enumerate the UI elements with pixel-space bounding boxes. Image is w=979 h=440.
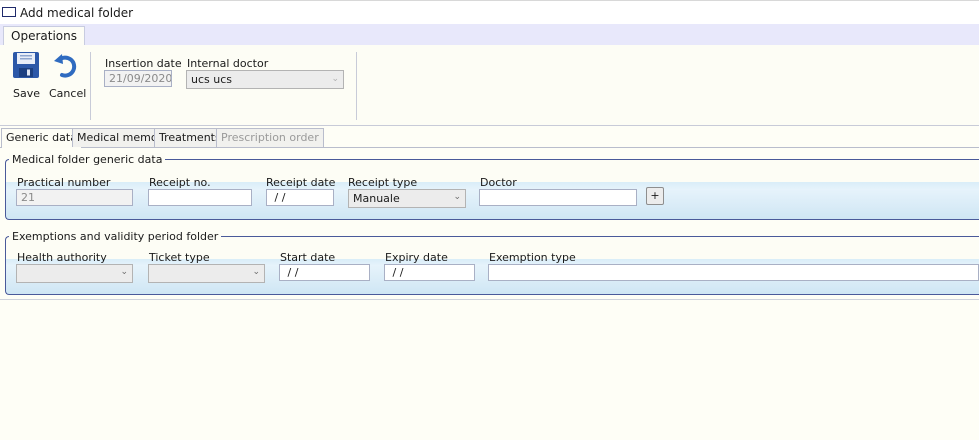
undo-arrow-icon	[54, 54, 77, 78]
doctor-label: Doctor	[480, 176, 517, 189]
internal-doctor-select[interactable]: ucs ucs ⌄	[186, 70, 344, 89]
title-bar: Add medical folder	[0, 0, 979, 25]
health-authority-label: Health authority	[17, 251, 107, 264]
generic-data-group-title: Medical folder generic data	[9, 153, 166, 166]
receipt-type-value: Manuale	[353, 192, 400, 205]
exemptions-group-title: Exemptions and validity period folder	[9, 230, 222, 243]
insertion-date-field: 21/09/2020	[104, 70, 172, 87]
save-label: Save	[13, 87, 41, 100]
exemption-type-input[interactable]	[488, 264, 979, 281]
content-divider	[0, 299, 979, 300]
doctor-input[interactable]	[479, 189, 637, 206]
tab-treatments[interactable]: Treatments	[154, 128, 226, 147]
ribbon-tabstrip: Operations	[0, 24, 979, 46]
cancel-button[interactable]: Cancel	[48, 51, 87, 101]
window-icon	[2, 7, 16, 17]
tab-medical-memo[interactable]: Medical memo	[72, 128, 163, 147]
insertion-date-label: Insertion date	[105, 57, 182, 70]
add-doctor-button[interactable]: +	[646, 187, 664, 205]
receipt-type-label: Receipt type	[348, 176, 418, 189]
receipt-type-select[interactable]: Manuale ⌄	[348, 189, 466, 208]
chevron-down-icon: ⌄	[331, 74, 339, 84]
expiry-date-label: Expiry date	[385, 251, 448, 264]
receipt-date-label: Receipt date	[266, 176, 336, 189]
start-date-label: Start date	[280, 251, 336, 264]
tab-operations[interactable]: Operations	[3, 26, 85, 45]
chevron-down-icon: ⌄	[252, 267, 260, 277]
health-authority-select[interactable]: ⌄	[16, 264, 133, 283]
exemption-type-label: Exemption type	[489, 251, 576, 264]
practical-number-field: 21	[16, 189, 133, 206]
expiry-date-input[interactable]: / /	[384, 264, 475, 281]
receipt-no-input[interactable]	[148, 189, 252, 206]
ribbon-body: Save Cancel Insertion date 21/09/2020 In…	[0, 45, 979, 126]
form-tabstrip: Generic data Medical memo Treatments Pre…	[0, 128, 979, 148]
floppy-disk-icon	[13, 52, 39, 78]
internal-doctor-label: Internal doctor	[187, 57, 269, 70]
tab-generic-data[interactable]: Generic data	[1, 128, 82, 148]
window-title: Add medical folder	[20, 6, 134, 20]
ticket-type-select[interactable]: ⌄	[148, 264, 265, 283]
internal-doctor-value: ucs ucs	[191, 73, 232, 86]
start-date-input[interactable]: / /	[279, 264, 370, 281]
ribbon-separator	[90, 52, 91, 120]
ribbon-separator-2	[356, 52, 357, 120]
chevron-down-icon: ⌄	[453, 192, 461, 202]
cancel-label: Cancel	[49, 87, 87, 100]
save-button[interactable]: Save	[11, 51, 41, 101]
chevron-down-icon: ⌄	[120, 267, 128, 277]
ticket-type-label: Ticket type	[149, 251, 210, 264]
practical-number-label: Practical number	[17, 176, 111, 189]
receipt-no-label: Receipt no.	[149, 176, 211, 189]
tab-prescription-order[interactable]: Prescription order	[216, 128, 324, 147]
receipt-date-input[interactable]: / /	[266, 189, 334, 206]
